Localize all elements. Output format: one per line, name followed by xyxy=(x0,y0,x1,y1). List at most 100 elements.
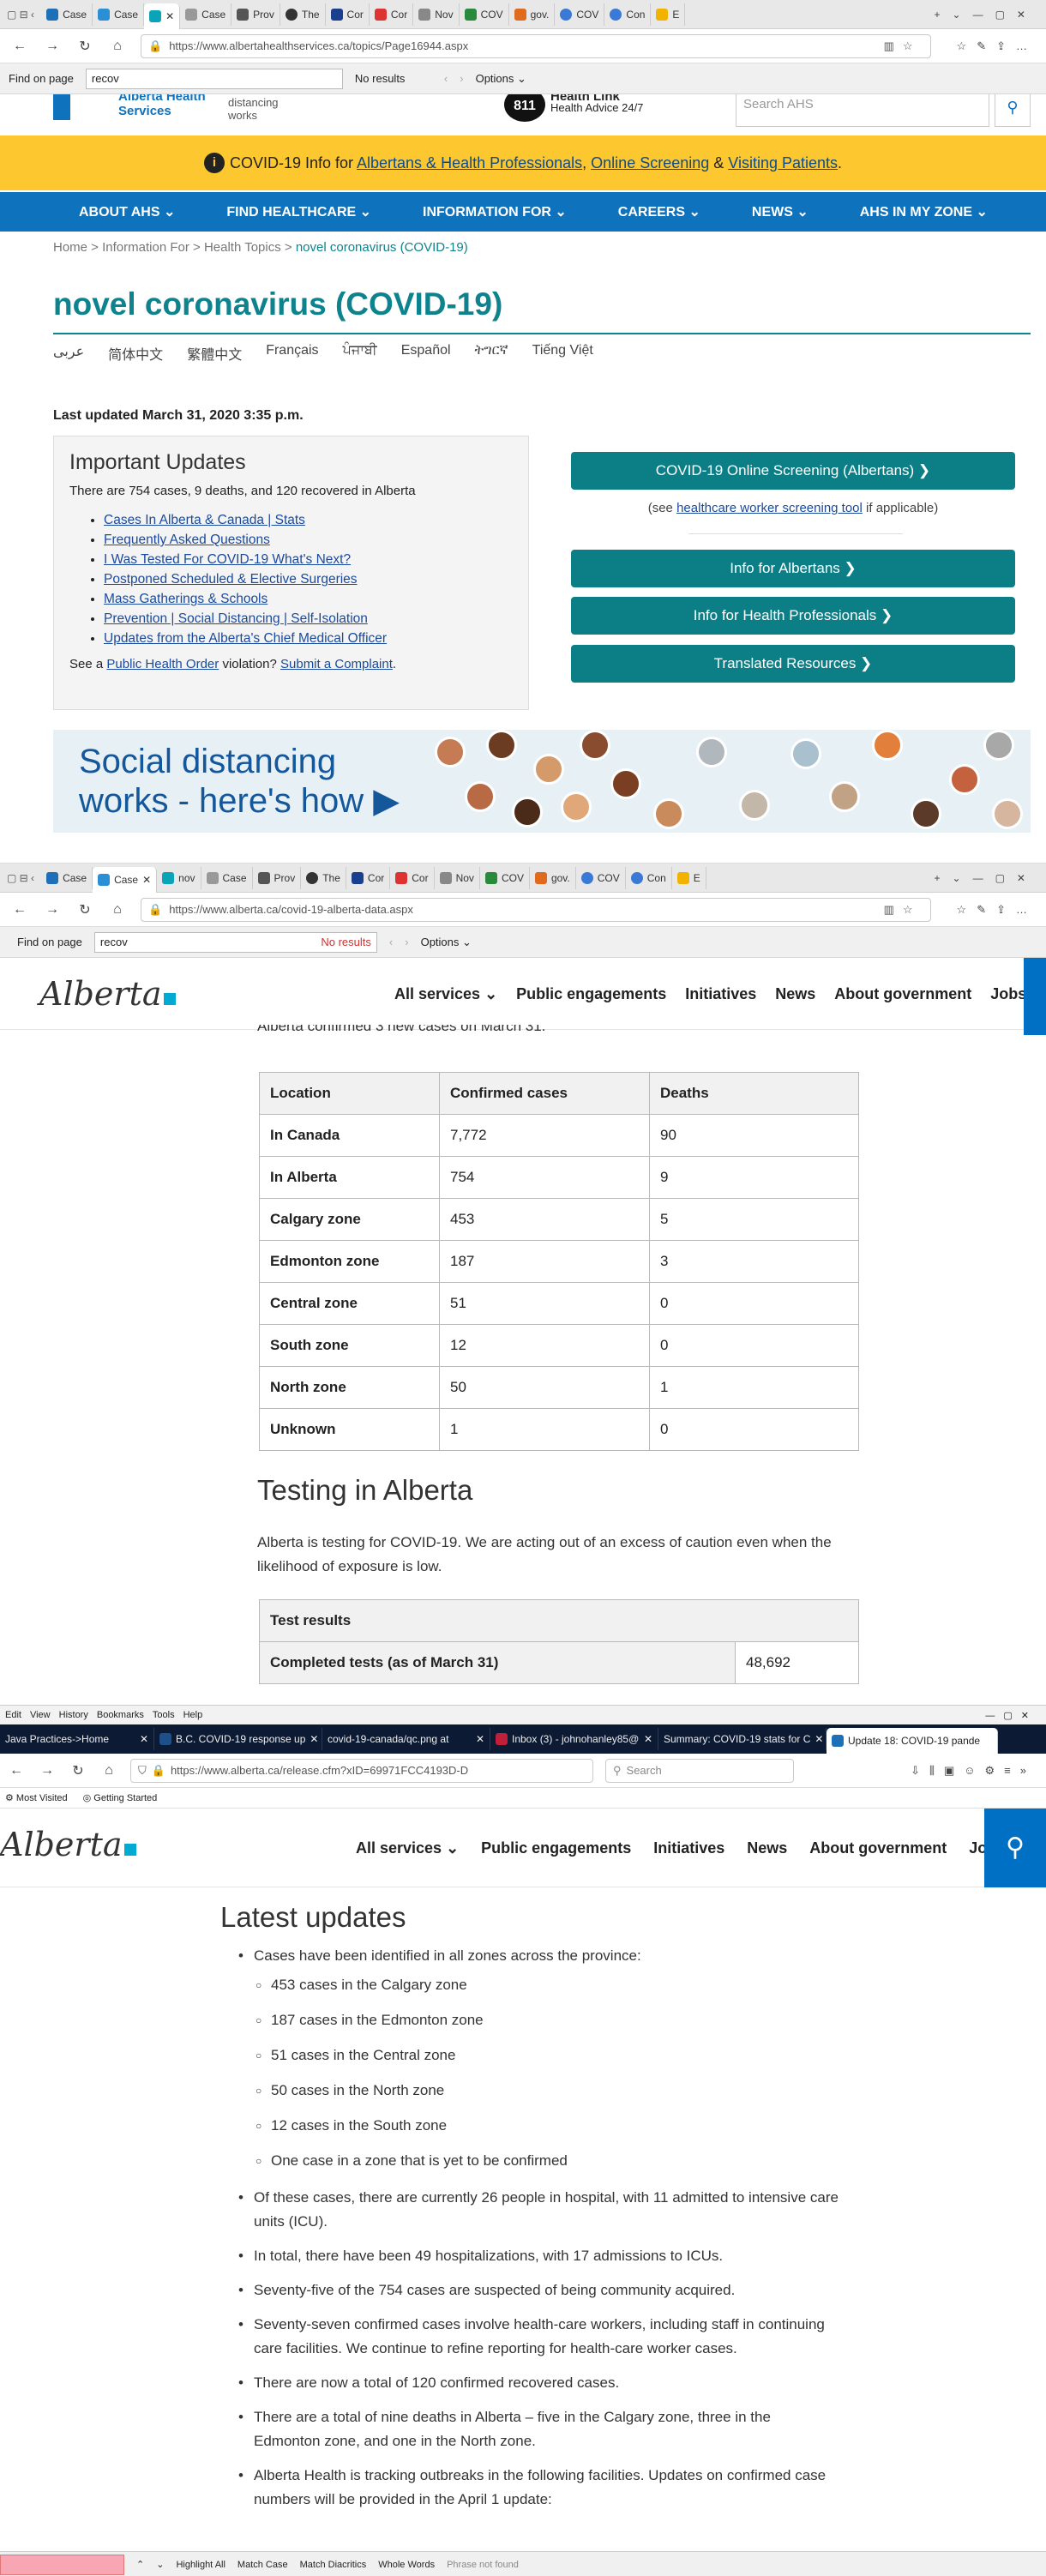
close-icon[interactable]: ✕ xyxy=(310,1733,318,1745)
browser-tab[interactable]: COV xyxy=(576,866,626,889)
faq-link[interactable]: Frequently Asked Questions xyxy=(104,533,270,547)
url-field[interactable]: 🔒 https://www.alberta.ca/covid-19-alberta… xyxy=(141,897,931,922)
browser-tab[interactable]: Cor xyxy=(346,866,391,889)
menu-tools[interactable]: Tools xyxy=(153,1710,175,1720)
browser-tab[interactable]: Case xyxy=(93,3,145,26)
healthlink[interactable]: Health Link Health Advice 24/7 xyxy=(550,94,643,113)
browser-tab[interactable]: Cor xyxy=(326,3,370,26)
browser-tab[interactable]: The xyxy=(301,866,346,889)
breadcrumb-health-topics[interactable]: Health Topics xyxy=(204,240,281,255)
albertans-health-professionals-link[interactable]: Albertans & Health Professionals xyxy=(357,154,582,172)
back-icon[interactable]: ← xyxy=(10,902,29,918)
window-controls[interactable]: +⌄—▢✕ xyxy=(926,9,1046,21)
reading-icons[interactable]: ▥☆ xyxy=(884,903,930,917)
browser-tab[interactable]: COV xyxy=(480,866,530,889)
previous-icon[interactable]: ‹ xyxy=(389,936,393,948)
info-for-albertans-button[interactable]: Info for Albertans ❯ xyxy=(571,550,1015,587)
prevention-link[interactable]: Prevention | Social Distancing | Self-Is… xyxy=(104,611,368,626)
language-link[interactable]: Tiếng Việt xyxy=(532,343,593,364)
back-icon[interactable]: ← xyxy=(7,1763,26,1779)
ahs-search-input[interactable]: Search AHS xyxy=(736,94,989,127)
language-link[interactable]: 简体中文 xyxy=(108,343,163,364)
breadcrumb-home[interactable]: Home xyxy=(53,240,87,255)
browser-tab[interactable]: B.C. COVID-19 response up ✕ xyxy=(154,1728,322,1750)
browser-tab[interactable]: The xyxy=(280,3,326,26)
refresh-icon[interactable]: ↻ xyxy=(75,38,94,55)
browser-tab-active[interactable]: ✕ xyxy=(144,3,181,29)
toolbar-icons[interactable]: ⇩⫼▣☺⚙≡» xyxy=(911,1764,1046,1778)
nav-find-healthcare[interactable]: FIND HEALTHCARE ⌄ xyxy=(201,203,397,220)
nav-all-services[interactable]: All services ⌄ xyxy=(394,985,497,1003)
toolbar-icons[interactable]: ☆✎⇪… xyxy=(957,903,1046,917)
previous-icon[interactable]: ‹ xyxy=(444,72,448,85)
browser-tab[interactable]: nov xyxy=(157,866,201,889)
nav-news[interactable]: News xyxy=(747,1839,787,1857)
match-case-checkbox[interactable]: Match Case xyxy=(237,2560,288,2570)
bookmark-most-visited[interactable]: ⚙ Most Visited xyxy=(5,1792,68,1803)
info-health-professionals-button[interactable]: Info for Health Professionals ❯ xyxy=(571,597,1015,635)
nav-about-government[interactable]: About government xyxy=(834,985,971,1003)
browser-tab[interactable]: Nov xyxy=(413,3,460,26)
menu-help[interactable]: Help xyxy=(183,1710,203,1720)
language-link[interactable]: ትግርኛ xyxy=(475,343,508,364)
forward-icon[interactable]: → xyxy=(38,1763,57,1779)
breadcrumb-information-for[interactable]: Information For xyxy=(102,240,189,255)
nav-jobs[interactable]: Jobs xyxy=(990,985,1026,1003)
next-icon[interactable]: › xyxy=(405,936,408,948)
translated-resources-button[interactable]: Translated Resources ❯ xyxy=(571,645,1015,683)
find-previous-icon[interactable]: ⌃ xyxy=(136,2559,144,2570)
match-diacritics-checkbox[interactable]: Match Diacritics xyxy=(300,2560,367,2570)
close-icon[interactable]: ✕ xyxy=(815,1733,823,1745)
menu-view[interactable]: View xyxy=(30,1710,51,1720)
browser-tab[interactable]: Summary: COVID-19 stats for C ✕ xyxy=(658,1728,827,1750)
nav-news[interactable]: News xyxy=(775,985,815,1003)
nav-public-engagements[interactable]: Public engagements xyxy=(481,1839,631,1857)
browser-tab[interactable]: Case xyxy=(41,3,93,26)
ahs-logo[interactable]: Alberta Health Services xyxy=(118,94,206,118)
close-icon[interactable]: ✕ xyxy=(165,10,174,22)
browser-tab[interactable]: E xyxy=(651,3,686,26)
tab-actions-icon[interactable]: ▢ ⊟ ‹ xyxy=(0,9,41,21)
nav-initiatives[interactable]: Initiatives xyxy=(685,985,756,1003)
back-icon[interactable]: ← xyxy=(10,39,29,54)
browser-tab[interactable]: COV xyxy=(555,3,605,26)
nav-all-services[interactable]: All services ⌄ xyxy=(356,1839,459,1857)
find-options[interactable]: Options ⌄ xyxy=(421,936,472,949)
tab-actions-icon[interactable]: ▢ ⊟ ‹ xyxy=(0,872,41,884)
nav-about-ahs[interactable]: ABOUT AHS ⌄ xyxy=(53,203,201,220)
browser-tab-active[interactable]: Case ✕ xyxy=(93,866,158,893)
home-icon[interactable]: ⌂ xyxy=(108,902,127,918)
search-toggle[interactable] xyxy=(1024,958,1046,1035)
nav-news[interactable]: NEWS ⌄ xyxy=(726,203,834,220)
language-link[interactable]: عربى xyxy=(53,343,84,364)
browser-tab[interactable]: COV xyxy=(460,3,509,26)
language-link[interactable]: 繁體中文 xyxy=(187,343,242,364)
find-input[interactable]: recov xyxy=(85,68,343,89)
cmo-updates-link[interactable]: Updates from the Alberta's Chief Medical… xyxy=(104,631,387,646)
postponed-surgeries-link[interactable]: Postponed Scheduled & Elective Surgeries xyxy=(104,572,358,587)
next-icon[interactable]: › xyxy=(460,72,463,85)
highlight-all-checkbox[interactable]: Highlight All xyxy=(176,2560,225,2570)
window-controls[interactable]: —▢✕ xyxy=(985,1710,1046,1721)
cases-stats-link[interactable]: Cases In Alberta & Canada | Stats xyxy=(104,513,305,527)
window-controls[interactable]: +⌄—▢✕ xyxy=(926,872,1046,884)
find-input[interactable]: recov No results xyxy=(93,931,377,953)
browser-tab[interactable]: Inbox (3) - johnohanley85@ ✕ xyxy=(490,1728,658,1750)
url-field[interactable]: 🔒 https://www.albertahealthservices.ca/to… xyxy=(141,33,931,58)
forward-icon[interactable]: → xyxy=(43,39,62,54)
close-icon[interactable]: ✕ xyxy=(644,1733,652,1745)
language-link[interactable]: Español xyxy=(401,343,451,364)
social-distancing-banner[interactable]: Social distancing works - here's how ▶ xyxy=(53,730,1031,833)
browser-tab[interactable]: Case xyxy=(201,866,253,889)
browser-tab[interactable]: Con xyxy=(626,866,672,889)
alberta-logo[interactable]: Alberta xyxy=(39,975,176,1013)
healthcare-worker-screening-link[interactable]: healthcare worker screening tool xyxy=(676,501,863,515)
nav-initiatives[interactable]: Initiatives xyxy=(653,1839,724,1857)
nav-public-engagements[interactable]: Public engagements xyxy=(516,985,666,1003)
browser-tab[interactable]: Java Practices->Home ✕ xyxy=(0,1728,154,1750)
browser-tab[interactable]: Con xyxy=(604,3,652,26)
browser-tab[interactable]: gov. xyxy=(530,866,576,889)
online-screening-link[interactable]: Online Screening xyxy=(591,154,709,172)
menu-bookmarks[interactable]: Bookmarks xyxy=(97,1710,144,1720)
tested-next-link[interactable]: I Was Tested For COVID-19 What's Next? xyxy=(104,552,351,567)
